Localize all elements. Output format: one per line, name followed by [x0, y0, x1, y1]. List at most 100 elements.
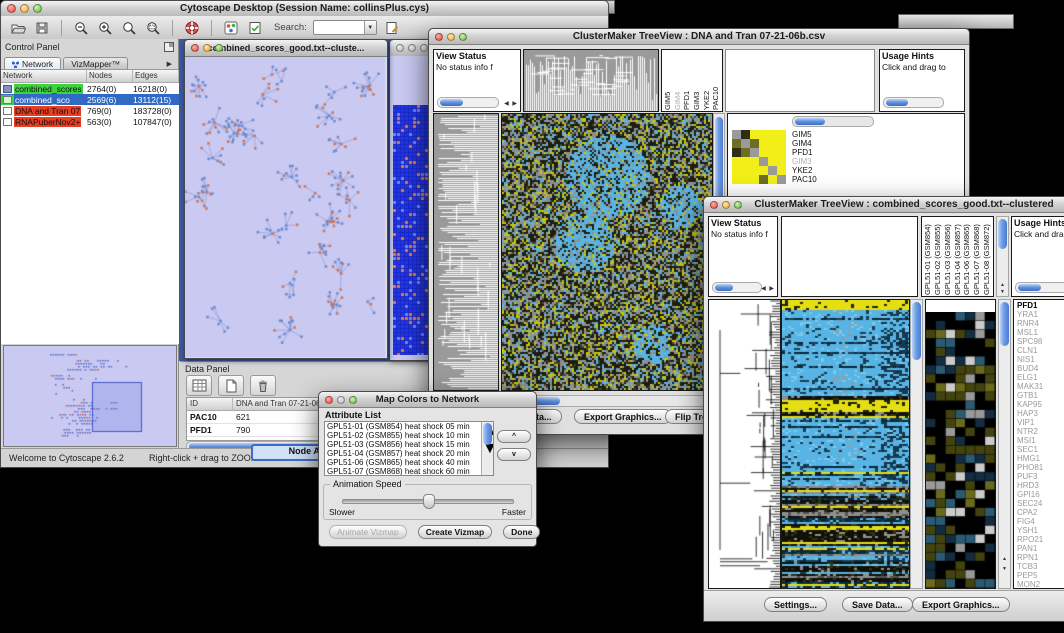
minimize-button[interactable]	[20, 4, 29, 13]
column-label[interactable]: GIM3	[692, 51, 702, 110]
export-graphics-button[interactable]: Export Graphics...	[912, 597, 1010, 612]
scrollbar-thumb[interactable]	[912, 302, 921, 360]
row-dendrogram-canvas[interactable]	[434, 114, 498, 390]
float-panel-icon[interactable]	[164, 42, 174, 52]
gene-label[interactable]: GIM4	[792, 139, 817, 148]
heatmap-vscrollbar[interactable]	[910, 299, 923, 589]
network-row[interactable]: combined_scores 2764(0) 16218(0)	[1, 83, 179, 94]
zoom-in-icon[interactable]	[96, 19, 114, 37]
gene-label[interactable]: MAK31	[1017, 382, 1064, 391]
scrollbar-thumb[interactable]	[440, 99, 463, 106]
gene-label[interactable]: NIS1	[1017, 355, 1064, 364]
annotation-icon[interactable]	[246, 19, 264, 37]
scroll-down-icon[interactable]: ▼	[997, 289, 1008, 295]
gene-label[interactable]: KAP95	[1017, 400, 1064, 409]
attribute-item[interactable]: GPL51-04 (GSM857) heat shock 20 min	[325, 449, 493, 458]
attribute-item[interactable]: GPL51-07 (GSM868) heat shock 60 min	[325, 467, 493, 476]
column-dendrogram-canvas[interactable]	[524, 50, 658, 111]
attribute-item[interactable]: GPL51-01 (GSM854) heat shock 05 min	[325, 422, 493, 431]
scrollbar-thumb[interactable]	[998, 219, 1007, 249]
close-button[interactable]	[435, 33, 443, 41]
scroll-down-icon[interactable]: ▼	[999, 566, 1010, 572]
column-label[interactable]: GPL51-06 (GSM865)	[962, 218, 972, 295]
gene-label[interactable]: YSH1	[1017, 526, 1064, 535]
zoom-heatmap-matrix[interactable]	[732, 130, 786, 184]
move-down-button[interactable]: v	[497, 448, 531, 461]
network-view-window[interactable]: combined_scores_good.txt--cluste...	[184, 39, 388, 359]
column-label[interactable]: GPL51-04 (GSM857)	[953, 218, 963, 295]
column-label[interactable]: GPL51-02 (GSM855)	[933, 218, 943, 295]
gene-label[interactable]: GIM3	[792, 157, 817, 166]
export-graphics-button[interactable]: Export Graphics...	[574, 409, 672, 424]
gene-label[interactable]: PHO81	[1017, 463, 1064, 472]
network-table-header[interactable]: Network Nodes Edges	[1, 70, 179, 83]
column-label[interactable]: GPL51-07 (GSM868)	[972, 218, 982, 295]
column-label[interactable]: GIM5	[663, 51, 673, 110]
attribute-item[interactable]: GPL51-06 (GSM865) heat shock 40 min	[325, 458, 493, 467]
attribute-list[interactable]: GPL51-01 (GSM854) heat shock 05 min GPL51…	[324, 421, 494, 476]
network-row[interactable]: combined_sco 2569(6) 13112(15)	[1, 94, 179, 105]
gene-label[interactable]: PFD1	[1017, 301, 1064, 310]
zoom-selected-icon[interactable]	[144, 19, 162, 37]
birds-eye-canvas[interactable]	[4, 346, 174, 444]
save-session-icon[interactable]	[33, 19, 51, 37]
settings-button[interactable]: Settings...	[764, 597, 827, 612]
gene-label[interactable]: SPC98	[1017, 337, 1064, 346]
open-session-icon[interactable]	[9, 19, 27, 37]
network-canvas[interactable]	[185, 57, 385, 357]
gene-label[interactable]: HAP3	[1017, 409, 1064, 418]
move-up-button[interactable]: ^	[497, 430, 531, 443]
gene-label[interactable]: SEC24	[1017, 499, 1064, 508]
gene-label[interactable]: VIP1	[1017, 418, 1064, 427]
gene-label[interactable]: PEP5	[1017, 571, 1064, 580]
view-status-scrollbar[interactable]	[437, 97, 499, 108]
vizmapper-icon[interactable]	[222, 19, 240, 37]
gene-label[interactable]: TCB3	[1017, 562, 1064, 571]
column-label[interactable]: GPL51-08 (GSM872)	[982, 218, 992, 295]
gene-label[interactable]: RNR4	[1017, 319, 1064, 328]
scrollbar-thumb[interactable]	[1000, 302, 1009, 346]
gene-list-vscrollbar[interactable]: ▲ ▼	[998, 299, 1011, 589]
gene-label[interactable]: PAN1	[1017, 544, 1064, 553]
save-data-button[interactable]: Save Data...	[842, 597, 913, 612]
col-network[interactable]: Network	[1, 70, 87, 82]
done-button[interactable]: Done	[503, 525, 540, 539]
scroll-arrows-icon[interactable]: ◀ ▶	[761, 285, 775, 292]
animate-vizmap-button[interactable]: Animate Vizmap	[329, 525, 407, 539]
scroll-up-icon[interactable]: ▲	[999, 556, 1010, 562]
treeview1-titlebar[interactable]: ClusterMaker TreeView : DNA and Tran 07-…	[429, 29, 969, 45]
zoom-window-button[interactable]	[459, 33, 467, 41]
gene-label[interactable]: PAC10	[792, 175, 817, 184]
scrollbar-thumb[interactable]	[715, 284, 733, 291]
close-button[interactable]	[710, 201, 718, 209]
col-edges[interactable]: Edges	[133, 70, 179, 82]
gene-label[interactable]: FIG4	[1017, 517, 1064, 526]
heatmap-canvas[interactable]	[502, 114, 712, 390]
minimize-button[interactable]	[722, 201, 730, 209]
view-status-scrollbar[interactable]	[712, 282, 762, 293]
gene-label[interactable]: GIM5	[792, 130, 817, 139]
scrollbar-thumb[interactable]	[483, 423, 492, 445]
column-dendrogram-panel[interactable]	[523, 49, 659, 112]
usage-hints-scrollbar[interactable]	[1015, 282, 1064, 293]
gene-label[interactable]: HMG1	[1017, 454, 1064, 463]
col-id[interactable]: ID	[187, 398, 233, 410]
gene-label[interactable]: RPO21	[1017, 535, 1064, 544]
birds-eye-view[interactable]	[3, 345, 177, 447]
column-label[interactable]: GPL51-03 (GSM856)	[943, 218, 953, 295]
gene-label[interactable]: YRA1	[1017, 310, 1064, 319]
scroll-arrows-icon[interactable]: ◀ ▶	[504, 100, 518, 107]
usage-hints-scrollbar[interactable]	[883, 97, 944, 108]
new-attribute-icon[interactable]	[218, 375, 244, 396]
gene-label[interactable]: MSI1	[1017, 436, 1064, 445]
zoom-window-button[interactable]	[215, 44, 223, 52]
column-label[interactable]: GIM4	[673, 51, 683, 110]
attribute-browser-icon[interactable]	[383, 19, 401, 37]
zoom-window-button[interactable]	[349, 396, 357, 404]
row-dendrogram-panel[interactable]	[433, 113, 499, 391]
gene-label[interactable]: ELG1	[1017, 373, 1064, 382]
gene-label[interactable]: NTR2	[1017, 427, 1064, 436]
minimize-button[interactable]	[447, 33, 455, 41]
gene-label[interactable]: CLN1	[1017, 346, 1064, 355]
gene-label[interactable]: SEC1	[1017, 445, 1064, 454]
